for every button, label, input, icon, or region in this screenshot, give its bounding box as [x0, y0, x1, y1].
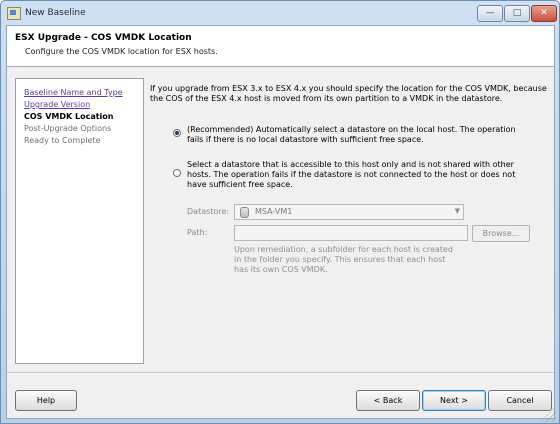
cos-vmdk-description: If you upgrade from ESX 3.x to ESX 4.x y…: [150, 84, 547, 103]
nav-step-ready-to-complete: Ready to Complete: [24, 136, 101, 145]
nav-step-post-upgrade-options: Post-Upgrade Options: [24, 124, 112, 133]
back-button[interactable]: < Back: [356, 390, 420, 411]
datastore-field-label: Datastore:: [187, 207, 230, 216]
footer-divider: [7, 372, 554, 373]
datastore-icon: [240, 207, 249, 218]
baseline-icon: [7, 7, 21, 20]
nav-step-cos-vmdk-location: COS VMDK Location: [24, 112, 114, 121]
cancel-button[interactable]: Cancel: [488, 390, 552, 411]
wizard-body: ESX Upgrade - COS VMDK Location Configur…: [6, 25, 555, 419]
wizard-steps-nav: Baseline Name and Type Upgrade Version C…: [15, 78, 144, 364]
window-title: New Baseline: [25, 8, 86, 18]
maximize-button[interactable]: □: [504, 5, 530, 22]
next-button[interactable]: Next >: [422, 390, 486, 411]
help-button[interactable]: Help: [15, 390, 77, 411]
auto-datastore-radio[interactable]: [173, 129, 181, 137]
nav-step-upgrade-version[interactable]: Upgrade Version: [24, 100, 90, 109]
datastore-select[interactable]: MSA-VM1 ▼: [234, 204, 464, 220]
nav-step-baseline-name[interactable]: Baseline Name and Type: [24, 88, 123, 97]
datastore-selected-value: MSA-VM1: [255, 207, 293, 216]
path-input[interactable]: [234, 225, 468, 241]
manual-datastore-radio[interactable]: [173, 169, 181, 177]
path-field-label: Path:: [187, 228, 208, 237]
minimize-button[interactable]: —: [477, 5, 503, 22]
wizard-header: ESX Upgrade - COS VMDK Location Configur…: [7, 26, 554, 67]
chevron-down-icon[interactable]: ▼: [455, 207, 460, 215]
page-title: ESX Upgrade - COS VMDK Location: [15, 33, 192, 43]
browse-button[interactable]: Browse...: [472, 225, 530, 242]
manual-datastore-label[interactable]: Select a datastore that is accessible to…: [187, 160, 537, 190]
title-bar[interactable]: New Baseline — □ ✕: [1, 1, 559, 25]
wizard-window: New Baseline — □ ✕ ESX Upgrade - COS VMD…: [0, 0, 560, 424]
page-subtitle: Configure the COS VMDK location for ESX …: [25, 47, 218, 56]
path-hint-text: Upon remediation, a subfolder for each h…: [234, 245, 453, 274]
close-button[interactable]: ✕: [531, 5, 557, 22]
auto-datastore-label[interactable]: (Recommended) Automatically select a dat…: [187, 125, 532, 145]
